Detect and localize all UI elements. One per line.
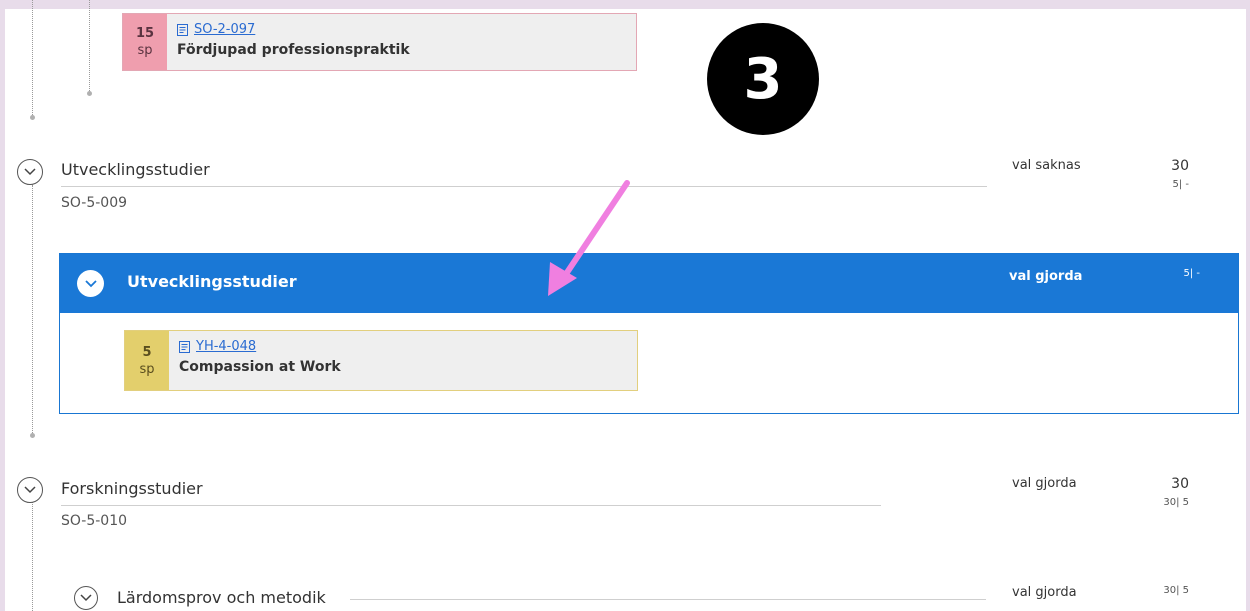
- document-icon: [177, 23, 188, 36]
- credit-value: 15: [135, 26, 155, 41]
- chevron-down-icon: [84, 279, 97, 287]
- course-name: Compassion at Work: [179, 359, 341, 375]
- pink-arrow-annotation: [548, 180, 630, 296]
- expand-toggle[interactable]: [17, 477, 43, 503]
- document-icon: [179, 340, 190, 353]
- section-credits: 30: [1171, 158, 1189, 174]
- chevron-down-icon: [24, 486, 36, 494]
- chevron-down-icon: [24, 168, 36, 176]
- top-border: [0, 0, 1250, 9]
- section-status: val saknas: [1012, 158, 1081, 173]
- chevron-down-icon: [80, 594, 92, 602]
- course-credits: 5 sp: [125, 331, 169, 390]
- selected-group-credits: 5| -: [1183, 268, 1200, 279]
- course-card[interactable]: 15 sp SO-2-097 Fördjupad professionsprak…: [122, 13, 637, 71]
- subsection-divider: [350, 599, 986, 600]
- subsection-status: val gjorda: [1012, 585, 1077, 600]
- left-border: [0, 0, 5, 611]
- tree-line: [32, 185, 33, 435]
- section-title[interactable]: Utvecklingsstudier: [61, 160, 210, 179]
- section-title[interactable]: Forskningsstudier: [61, 479, 203, 498]
- expand-toggle[interactable]: [17, 159, 43, 185]
- section-divider: [61, 186, 987, 187]
- right-border: [1246, 0, 1250, 611]
- course-card[interactable]: 5 sp YH-4-048 Compassion at Work: [124, 330, 638, 391]
- section-divider: [61, 505, 881, 506]
- section-credits-sub: 30| 5: [1163, 497, 1189, 508]
- tree-line: [32, 502, 33, 611]
- course-code-link[interactable]: SO-2-097: [194, 22, 255, 37]
- collapse-toggle[interactable]: [77, 270, 104, 297]
- step-number-badge: 3: [707, 23, 819, 135]
- selected-group-title: Utvecklingsstudier: [127, 272, 297, 291]
- selected-group-panel: Utvecklingsstudier val gjorda 5| - 5 sp …: [59, 253, 1239, 414]
- tree-line: [32, 0, 33, 117]
- course-credits: 15 sp: [123, 14, 167, 70]
- tree-dot: [30, 433, 35, 438]
- selected-group-header[interactable]: Utvecklingsstudier val gjorda 5| -: [60, 254, 1238, 313]
- course-name: Fördjupad professionspraktik: [177, 42, 410, 58]
- selected-group-status: val gjorda: [1009, 269, 1083, 284]
- tree-dot: [87, 91, 92, 96]
- tree-dot: [30, 115, 35, 120]
- credit-unit: sp: [137, 43, 153, 58]
- section-credits: 30: [1171, 476, 1189, 492]
- course-code-link[interactable]: YH-4-048: [196, 339, 256, 354]
- section-status: val gjorda: [1012, 476, 1077, 491]
- credit-unit: sp: [139, 361, 155, 377]
- subsection-title[interactable]: Lärdomsprov och metodik: [117, 588, 326, 607]
- section-credits-sub: 5| -: [1172, 179, 1189, 190]
- tree-line: [89, 0, 90, 93]
- expand-toggle[interactable]: [74, 586, 98, 610]
- credit-value: 5: [142, 344, 152, 360]
- section-code: SO-5-009: [61, 195, 128, 211]
- subsection-credits: 30| 5: [1163, 585, 1189, 596]
- section-code: SO-5-010: [61, 513, 128, 529]
